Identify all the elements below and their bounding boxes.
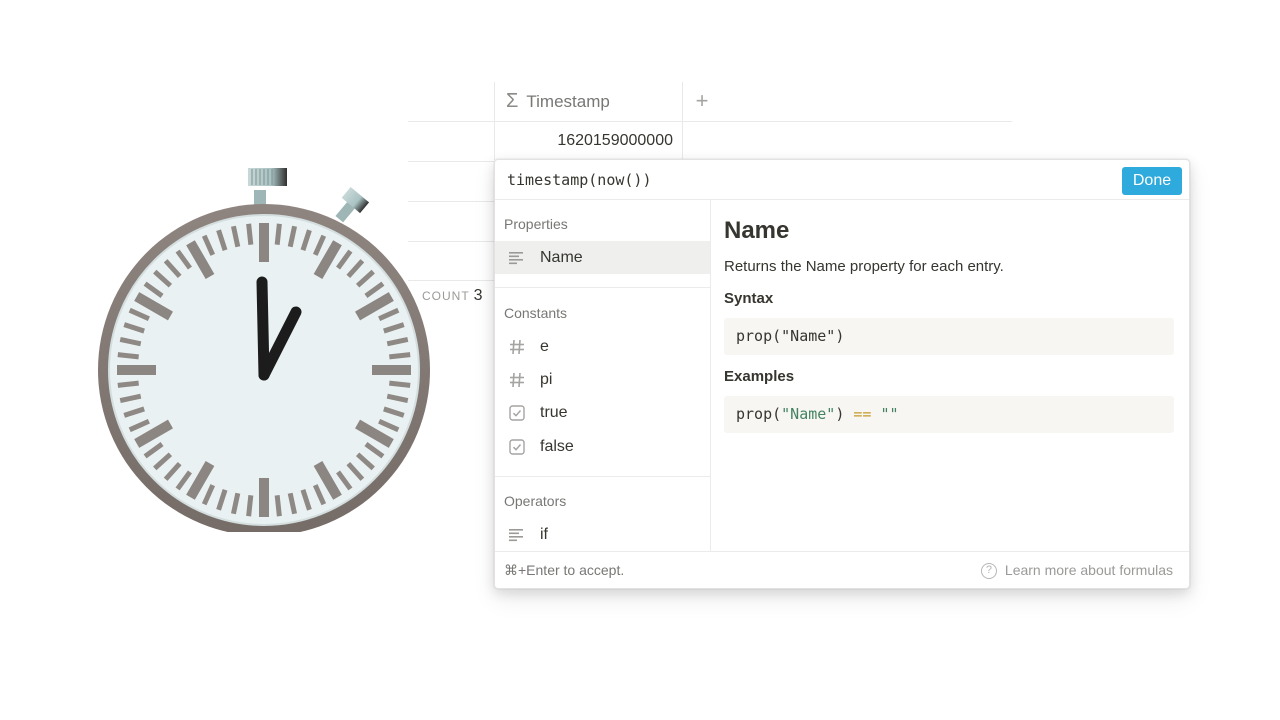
section-title-operators: Operators [504,493,567,509]
column-divider [682,82,683,160]
section-title-constants: Constants [504,305,568,321]
minor-tick [246,495,254,517]
formula-editor-popup: Done Properties Name Constants e pi [494,159,1190,589]
help-circle-icon: ? [980,562,997,579]
stopwatch-illustration [98,168,430,532]
minor-tick [117,380,139,388]
add-column-button[interactable]: + [691,89,713,113]
formula-input[interactable] [507,160,1067,200]
formula-reference-list[interactable]: Properties Name Constants e pi true fals… [495,200,711,551]
syntax-code: prop("Name") [724,318,1174,355]
doc-title: Name [724,217,790,244]
example-code: prop("Name") == "" [724,396,1174,433]
minor-tick [246,223,254,245]
list-item-label: false [540,437,574,455]
hash-icon [508,338,526,356]
syntax-heading: Syntax [724,290,774,307]
minor-tick [117,352,139,360]
column-header-label: Timestamp [526,91,610,111]
text-lines-icon [508,526,526,544]
timestamp-cell[interactable]: 1620159000000 [495,121,673,161]
minor-tick [274,495,282,517]
list-item-pi[interactable]: pi [495,363,710,396]
code-operator: == [853,405,872,423]
doc-description: Returns the Name property for each entry… [724,258,1004,275]
checkbox-icon [508,404,526,422]
done-button[interactable]: Done [1122,167,1182,195]
list-item-true[interactable]: true [495,396,710,429]
hash-icon [508,371,526,389]
list-item-label: Name [540,248,583,266]
list-item-label: true [540,403,568,421]
count-value: 3 [473,287,483,304]
popup-footer: ⌘+Enter to accept. ? Learn more about fo… [495,551,1189,588]
formula-documentation: Name Returns the Name property for each … [711,200,1189,551]
learn-more-link[interactable]: ? Learn more about formulas [980,552,1173,588]
section-title-properties: Properties [504,216,568,232]
code-string: "Name" [781,405,836,423]
learn-more-label: Learn more about formulas [1004,562,1173,578]
section-divider [495,476,710,477]
list-item-e[interactable]: e [495,330,710,363]
minor-tick [274,223,282,245]
code-fn: prop( [736,405,782,423]
list-item-label: if [540,525,548,543]
formula-bar: Done [495,160,1189,200]
text-lines-icon [508,249,526,267]
examples-heading: Examples [724,368,795,385]
checkbox-icon [508,438,526,456]
column-header-timestamp[interactable]: Σ Timestamp [495,82,682,121]
list-item-label: e [540,337,549,355]
minor-tick [389,352,411,360]
sigma-icon: Σ [506,90,519,112]
section-divider [495,287,710,288]
list-item-if[interactable]: if [495,518,710,551]
accept-hint: ⌘+Enter to accept. [504,562,625,578]
list-item-label: pi [540,370,553,388]
code-close: ) [835,405,845,423]
code-empty-string: "" [880,405,899,423]
hour-hand [256,276,270,381]
list-item-false[interactable]: false [495,430,710,463]
list-item-name[interactable]: Name [495,241,710,274]
minor-tick [389,380,411,388]
